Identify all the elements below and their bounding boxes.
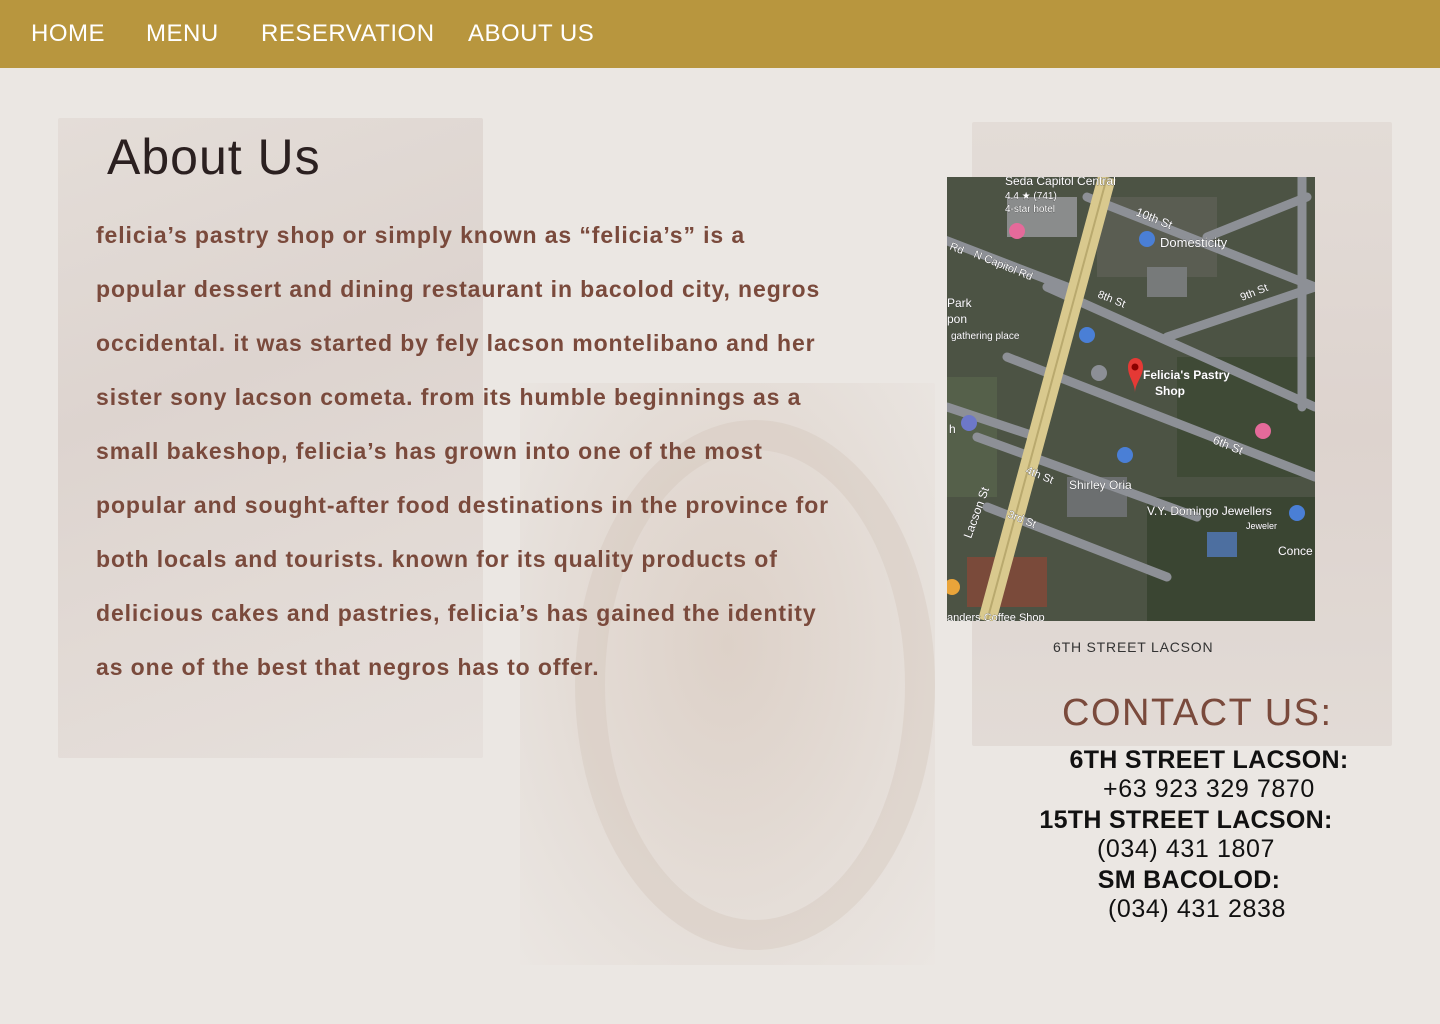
map-label-h: h xyxy=(949,422,956,436)
location-map[interactable]: Seda Capitol Central 4.4 ★ (741) 4-star … xyxy=(947,177,1315,621)
contact-entry-sm: SM BACOLOD: (034) 431 2838 xyxy=(1020,866,1370,924)
contact-phone[interactable]: (034) 431 2838 xyxy=(1020,895,1370,924)
map-label-felicias-2: Shop xyxy=(1155,384,1185,398)
map-label-conce: Conce xyxy=(1278,544,1313,558)
nav-reservation-link[interactable]: RESERVATION xyxy=(261,20,435,48)
map-label-jeweler: Jeweler xyxy=(1246,521,1277,531)
map-label-hotel: Seda Capitol Central xyxy=(1005,177,1116,188)
contact-label: 15TH STREET LACSON: xyxy=(1039,806,1333,834)
nav-home-link[interactable]: HOME xyxy=(31,20,105,48)
map-label-coffee: anders Coffee Shop xyxy=(947,612,1045,621)
contact-label: 6TH STREET LACSON: xyxy=(1069,746,1349,774)
nav-about-link[interactable]: ABOUT US xyxy=(468,20,594,48)
map-label-hotel-type: 4-star hotel xyxy=(1005,204,1055,215)
map-label-hotel-rating: 4.4 ★ (741) xyxy=(1005,191,1057,202)
map-label-gathering: gathering place xyxy=(951,331,1020,342)
map-label-domesticity: Domesticity xyxy=(1160,235,1228,250)
contact-entry-15th: 15TH STREET LACSON: (034) 431 1807 xyxy=(1020,806,1370,864)
map-label-pon: pon xyxy=(947,312,967,326)
map-label-shirley: Shirley Oria xyxy=(1069,478,1132,492)
about-title: About Us xyxy=(107,129,321,185)
top-navbar: HOME MENU RESERVATION ABOUT US xyxy=(0,0,1440,68)
nav-menu-link[interactable]: MENU xyxy=(146,20,219,48)
map-label-park: Park xyxy=(947,296,973,310)
contact-label: SM BACOLOD: xyxy=(1097,866,1281,894)
map-label-domingo: V.Y. Domingo Jewellers xyxy=(1147,504,1272,518)
contact-entry-6th: 6TH STREET LACSON: +63 923 329 7870 xyxy=(1020,746,1370,804)
contact-phone[interactable]: (034) 431 1807 xyxy=(1002,835,1370,864)
contact-title: CONTACT US: xyxy=(1062,692,1333,734)
map-label-felicias-1: Felicia's Pastry xyxy=(1143,368,1230,382)
map-caption: 6TH STREET LACSON xyxy=(1053,639,1214,655)
contact-phone[interactable]: +63 923 329 7870 xyxy=(1020,775,1370,804)
about-description: felicia’s pastry shop or simply known as… xyxy=(96,222,830,680)
